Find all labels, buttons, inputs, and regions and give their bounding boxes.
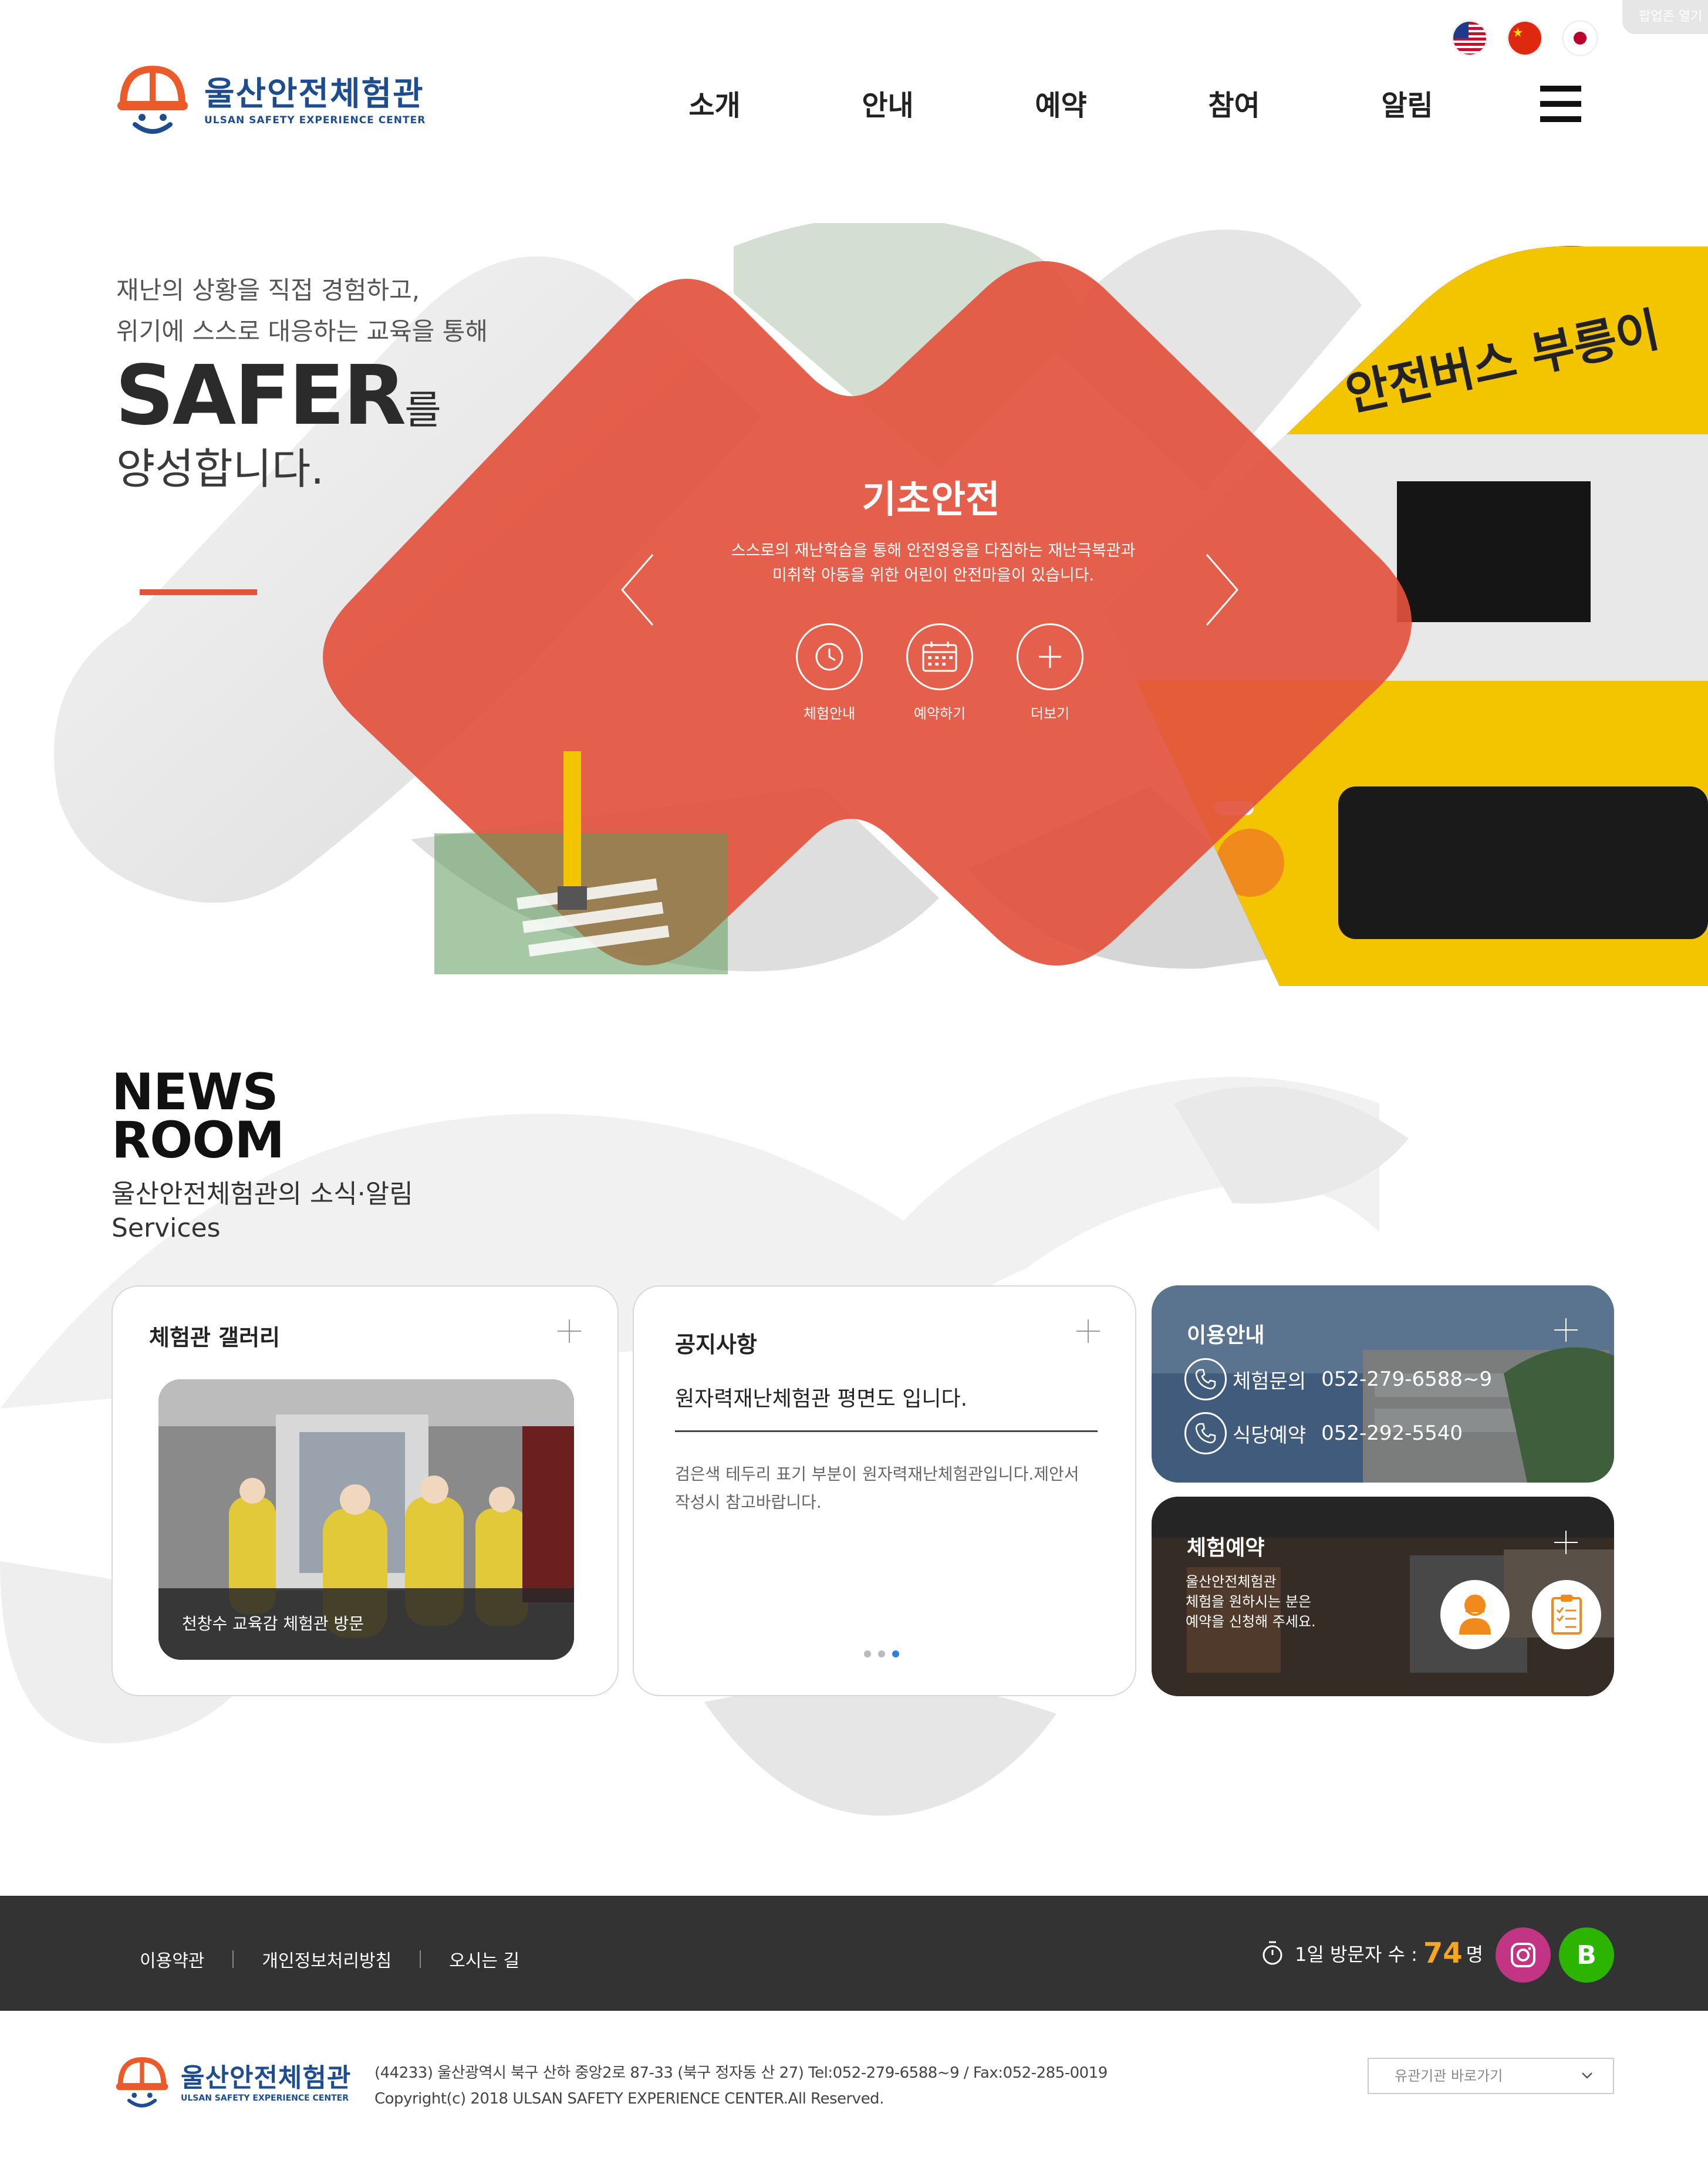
us-flag-icon[interactable] [1452,20,1488,56]
instagram-icon[interactable] [1496,1927,1551,1983]
site-logo[interactable]: 울산안전체험관 ULSAN SAFETY EXPERIENCE CENTER [112,63,426,140]
hamburger-menu-icon[interactable] [1540,86,1581,122]
language-switcher [1452,20,1598,56]
notice-body: 검은색 테두리 표기 부분이 원자력재난체험관입니다.제안서 작성시 참고바랍니… [675,1464,1079,1512]
gallery-card-title: 체험관 갤러리 [149,1325,280,1351]
chevron-down-icon [1582,2072,1592,2079]
daily-visitors: 1일 방문자 수 : 74 명 [1261,1937,1483,1970]
logo-subtitle: ULSAN SAFETY EXPERIENCE CENTER [204,114,426,126]
slide-next-arrow-icon[interactable] [1201,552,1242,628]
person-icon [1459,1595,1491,1635]
japan-flag-icon[interactable] [1562,20,1598,56]
terms-link[interactable]: 이용약관 [140,1946,204,1972]
logo-title: 울산안전체험관 [204,75,424,113]
visitor-count: 74 [1423,1937,1463,1970]
slide-action-buttons: 체험안내 예약하기 더보기 [796,623,1083,723]
checklist-reservation-button[interactable] [1532,1580,1601,1649]
helmet-logo-icon [116,2057,168,2108]
person-reservation-button[interactable] [1440,1580,1510,1649]
more-button[interactable]: 더보기 [1017,623,1083,723]
gallery-card[interactable]: 체험관 갤러리 천창수 교육감 체험관 방문 [112,1285,619,1696]
slide-description: 스스로의 재난학습을 통해 안전영웅을 다짐하는 재난극복관과 미취학 아동을 … [731,542,1136,585]
footer-logo[interactable]: 울산안전체험관 ULSAN SAFETY EXPERIENCE CENTER [112,2055,351,2112]
footer-logo-title: 울산안전체험관 [181,2063,352,2093]
stopwatch-icon [1263,1941,1282,1965]
footer-logo-subtitle: ULSAN SAFETY EXPERIENCE CENTER [181,2094,349,2103]
gallery-more-icon[interactable] [558,1319,581,1343]
related-sites-select[interactable]: 유관기관 바로가기 [1368,2058,1614,2094]
nav-item-notice[interactable]: 알림 [1321,82,1494,123]
phone-icon [1184,1358,1227,1400]
hero-headline-line2: 양성합니다. [116,444,325,494]
hero-accent-bar [140,589,257,595]
china-flag-icon[interactable] [1507,20,1543,56]
reserve-button[interactable]: 예약하기 [906,623,973,723]
pagination-dot[interactable] [864,1650,871,1657]
footer-address: (44233) 울산광역시 북구 산하 중앙2로 87-33 (북구 정자동 산… [374,2060,1108,2112]
checklist-icon [1551,1595,1582,1635]
newsroom-title: NEWS ROOM [112,1063,285,1170]
popup-zone-tab[interactable]: 팝업존 열기 [1622,0,1708,34]
notice-more-icon[interactable] [1076,1319,1100,1343]
newsroom-subtitle: 울산안전체험관의 소식·알림 Services [112,1179,413,1243]
phone-icon [1184,1412,1227,1454]
nav-item-guide[interactable]: 안내 [801,82,974,123]
blog-icon[interactable]: B [1559,1927,1614,1983]
gallery-photo[interactable]: 천창수 교육감 체험관 방문 [158,1379,574,1660]
slide-title: 기초안전 [862,478,1000,522]
gallery-caption: 천창수 교육감 체험관 방문 [158,1588,574,1660]
main-navigation: 소개 안내 예약 참여 알림 [628,82,1494,123]
notice-pagination [864,1650,899,1657]
notice-card[interactable]: 공지사항 원자력재난체험관 평면도 입니다. 검은색 테두리 표기 부분이 원자… [633,1285,1136,1696]
notice-divider [675,1430,1098,1432]
directions-link[interactable]: 오시는 길 [449,1946,519,1972]
experience-reservation-card[interactable]: 체험예약 울산안전체험관 체험을 원하시는 분은 예약을 신청해 주세요. [1152,1497,1614,1696]
reservation-description: 울산안전체험관 체험을 원하시는 분은 예약을 신청해 주세요. [1186,1574,1316,1630]
restaurant-phone-row[interactable]: 식당예약 052-292-5540 [1184,1412,1463,1454]
nav-item-participation[interactable]: 참여 [1147,82,1321,123]
experience-guide-button[interactable]: 체험안내 [796,623,863,723]
pagination-dot[interactable] [878,1650,885,1657]
slide-prev-arrow-icon[interactable] [617,552,659,628]
privacy-policy-link[interactable]: 개인정보처리방침 [262,1946,391,1972]
copyright: Copyright(c) 2018 ULSAN SAFETY EXPERIENC… [374,2090,884,2108]
nav-item-intro[interactable]: 소개 [628,82,801,123]
usage-info-card[interactable]: 이용안내 체험문의 052-279-6588~9 식당예약 052-292-55… [1152,1285,1614,1483]
footer-links: 이용약관 개인정보처리방침 오시는 길 [140,1946,519,1972]
nav-item-reservation[interactable]: 예약 [974,82,1147,123]
clock-icon [796,623,863,690]
calendar-icon [906,623,973,690]
notice-card-title: 공지사항 [675,1332,757,1358]
pagination-dot-active[interactable] [892,1650,899,1657]
helmet-logo-icon [117,65,188,134]
notice-headline[interactable]: 원자력재난체험관 평면도 입니다. [675,1382,967,1412]
reservation-more-icon[interactable] [1554,1531,1578,1554]
footer-link-divider [232,1950,234,1968]
hero-copy: 재난의 상황을 직접 경험하고, 위기에 스스로 대응하는 교육을 통해 [116,276,488,346]
usage-info-title: 이용안내 [1187,1324,1265,1348]
usage-info-more-icon[interactable] [1554,1318,1578,1342]
reservation-title: 체험예약 [1187,1536,1265,1560]
footer-link-divider [420,1950,421,1968]
plus-icon [1017,623,1083,690]
inquiry-phone-row[interactable]: 체험문의 052-279-6588~9 [1184,1358,1492,1400]
